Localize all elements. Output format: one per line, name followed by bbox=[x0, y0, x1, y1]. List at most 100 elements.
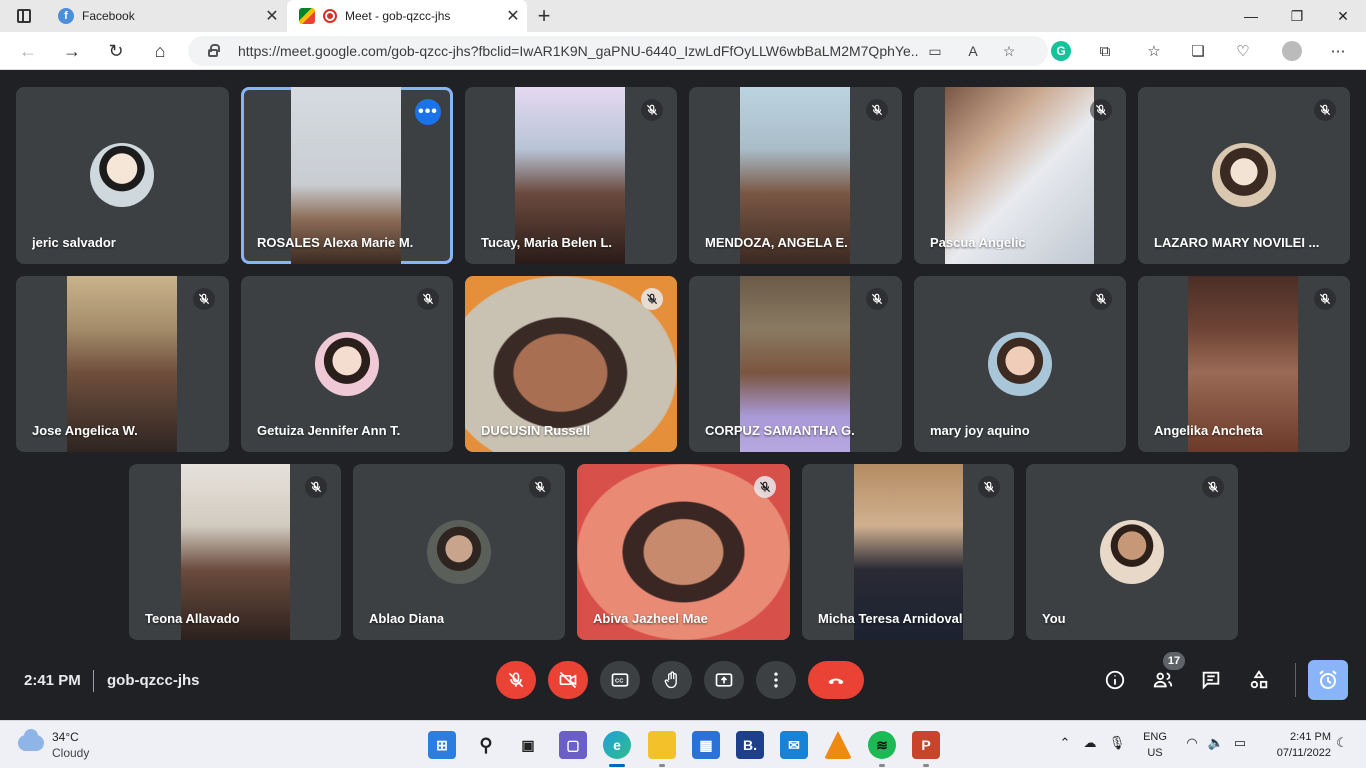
host-controls-button[interactable] bbox=[1308, 660, 1348, 700]
powerpoint-icon[interactable]: P bbox=[912, 731, 940, 759]
home-button[interactable]: ⌂ bbox=[146, 37, 174, 65]
captions-button[interactable]: CC bbox=[600, 661, 640, 699]
activities-shapes-icon bbox=[1250, 670, 1268, 689]
participant-name: Pascua Angelic bbox=[930, 235, 1026, 250]
tab-facebook[interactable]: f Facebook ✕ bbox=[46, 0, 286, 32]
people-button[interactable] bbox=[1148, 665, 1178, 695]
more-options-button[interactable] bbox=[756, 661, 796, 699]
activities-button[interactable] bbox=[1244, 665, 1274, 695]
camera-off-icon bbox=[559, 671, 577, 689]
onedrive-icon[interactable]: ☁ bbox=[1080, 735, 1100, 751]
present-button[interactable] bbox=[704, 661, 744, 699]
add-favorite-icon[interactable]: ☆ bbox=[1000, 42, 1018, 60]
leave-call-button[interactable] bbox=[808, 661, 864, 699]
extensions-icon[interactable]: ⧉ bbox=[1095, 41, 1115, 61]
collections-icon[interactable]: ❏ bbox=[1188, 41, 1208, 61]
meeting-control-bar: 2:41 PM gob-qzcc-jhs CC 17 bbox=[0, 650, 1366, 720]
participant-tile[interactable]: Abiva Jazheel Mae bbox=[577, 464, 790, 640]
back-button[interactable]: ← bbox=[14, 37, 42, 65]
camera-off-button[interactable] bbox=[548, 661, 588, 699]
participant-tile[interactable]: You bbox=[1026, 464, 1238, 640]
lock-icon[interactable] bbox=[208, 44, 220, 57]
close-window-button[interactable]: ✕ bbox=[1320, 0, 1366, 32]
participant-tile[interactable]: Jose Angelica W. bbox=[16, 276, 229, 452]
minimize-button[interactable]: — bbox=[1228, 0, 1274, 32]
taskbar-date[interactable]: 07/11/2022 bbox=[1255, 747, 1331, 759]
language-region[interactable]: US bbox=[1142, 747, 1168, 759]
task-view-icon[interactable]: ▣ bbox=[514, 731, 542, 759]
participant-tile[interactable]: mary joy aquino bbox=[914, 276, 1126, 452]
taskbar-time[interactable]: 2:41 PM bbox=[1255, 731, 1331, 743]
battery-icon[interactable]: ▭ bbox=[1230, 735, 1250, 751]
chevron-up-icon[interactable]: ⌃ bbox=[1055, 735, 1075, 751]
cloudy-weather-icon[interactable] bbox=[18, 729, 44, 751]
tab-actions-menu-icon[interactable] bbox=[8, 6, 40, 26]
participant-tile[interactable]: MENDOZA, ANGELA E. bbox=[689, 87, 902, 264]
participant-tile[interactable]: Teona Allavado bbox=[129, 464, 341, 640]
restore-button[interactable]: ❐ bbox=[1274, 0, 1320, 32]
address-bar[interactable]: https://meet.google.com/gob-qzcc-jhs?fbc… bbox=[188, 36, 1048, 66]
participant-name: mary joy aquino bbox=[930, 423, 1030, 438]
participant-tile[interactable]: ••• ROSALES Alexa Marie M. bbox=[241, 87, 453, 264]
teams-chat-icon[interactable]: ▢ bbox=[559, 731, 587, 759]
raise-hand-button[interactable] bbox=[652, 661, 692, 699]
microsoft-store-icon[interactable]: ▦ bbox=[692, 731, 720, 759]
forward-button[interactable]: → bbox=[58, 37, 86, 65]
participant-tile[interactable]: Getuiza Jennifer Ann T. bbox=[241, 276, 453, 452]
participant-tile[interactable]: Angelika Ancheta bbox=[1138, 276, 1350, 452]
participant-tile[interactable]: Tucay, Maria Belen L. bbox=[465, 87, 677, 264]
participant-name: Angelika Ancheta bbox=[1154, 423, 1263, 438]
mic-off-button[interactable] bbox=[496, 661, 536, 699]
weather-temperature[interactable]: 34°C bbox=[52, 730, 79, 744]
browser-essentials-icon[interactable]: ♡ bbox=[1233, 41, 1253, 61]
weather-condition[interactable]: Cloudy bbox=[52, 746, 89, 760]
chat-button[interactable] bbox=[1196, 665, 1226, 695]
running-app-indicator bbox=[659, 764, 665, 767]
close-tab-icon[interactable]: ✕ bbox=[499, 6, 527, 26]
meeting-details-button[interactable] bbox=[1100, 665, 1130, 695]
file-explorer-icon[interactable] bbox=[648, 731, 676, 759]
participant-tile[interactable]: Ablao Diana bbox=[353, 464, 565, 640]
participant-name: Abiva Jazheel Mae bbox=[593, 611, 708, 626]
windows-start-icon[interactable]: ⊞ bbox=[428, 731, 456, 759]
mic-muted-icon bbox=[1090, 288, 1112, 310]
read-aloud-icon[interactable]: A bbox=[964, 42, 982, 60]
more-options-icon[interactable]: ••• bbox=[415, 99, 441, 125]
running-app-indicator bbox=[879, 764, 885, 767]
people-icon bbox=[1153, 672, 1173, 688]
mic-muted-icon bbox=[1202, 476, 1224, 498]
tab-meet[interactable]: Meet - gob-qzcc-jhs ✕ bbox=[287, 0, 527, 32]
b-app-icon[interactable]: B. bbox=[736, 731, 764, 759]
profile-avatar[interactable] bbox=[1282, 41, 1302, 61]
focus-moon-icon[interactable]: ☾ bbox=[1332, 735, 1352, 751]
mic-muted-icon bbox=[305, 476, 327, 498]
video-camera-icon[interactable]: ▭ bbox=[926, 42, 944, 60]
spotify-icon[interactable]: ≋ bbox=[868, 731, 896, 759]
participant-tile[interactable]: jeric salvador bbox=[16, 87, 229, 264]
new-tab-button[interactable]: + bbox=[532, 4, 556, 28]
wifi-icon[interactable]: ◠ bbox=[1182, 735, 1202, 751]
participant-tile[interactable]: Pascua Angelic bbox=[914, 87, 1126, 264]
participant-tile[interactable]: Micha Teresa Arnidoval bbox=[802, 464, 1014, 640]
grammarly-icon[interactable]: G bbox=[1051, 41, 1071, 61]
language-indicator[interactable]: ENG bbox=[1142, 731, 1168, 743]
search-icon[interactable]: ⚲ bbox=[472, 731, 500, 759]
participant-tile[interactable]: CORPUZ SAMANTHA G. bbox=[689, 276, 902, 452]
url-text[interactable]: https://meet.google.com/gob-qzcc-jhs?fbc… bbox=[238, 43, 918, 59]
participant-tile[interactable]: LAZARO MARY NOVILEI ... bbox=[1138, 87, 1350, 264]
mail-icon[interactable]: ✉ bbox=[780, 731, 808, 759]
edge-icon[interactable]: e bbox=[603, 731, 631, 759]
participant-tile[interactable]: DUCUSIN Russell bbox=[465, 276, 677, 452]
volume-icon[interactable]: 🔈 bbox=[1206, 735, 1226, 751]
microphone-icon[interactable]: 🎙 bbox=[1107, 735, 1127, 751]
windows-taskbar: 34°C Cloudy ⊞ ⚲ ▣ ▢ e ▦ B. ✉ ≋ P ⌃ ☁ 🎙 E… bbox=[0, 720, 1366, 768]
google-meet-icon bbox=[299, 8, 315, 24]
refresh-button[interactable]: ↻ bbox=[102, 37, 130, 65]
vlc-icon[interactable] bbox=[824, 731, 852, 759]
close-tab-icon[interactable]: ✕ bbox=[258, 6, 286, 26]
favorites-icon[interactable]: ☆ bbox=[1144, 41, 1164, 61]
more-menu-icon[interactable]: ⋯ bbox=[1328, 41, 1348, 61]
mic-muted-icon bbox=[978, 476, 1000, 498]
mic-muted-icon bbox=[193, 288, 215, 310]
hang-up-icon bbox=[828, 678, 844, 685]
